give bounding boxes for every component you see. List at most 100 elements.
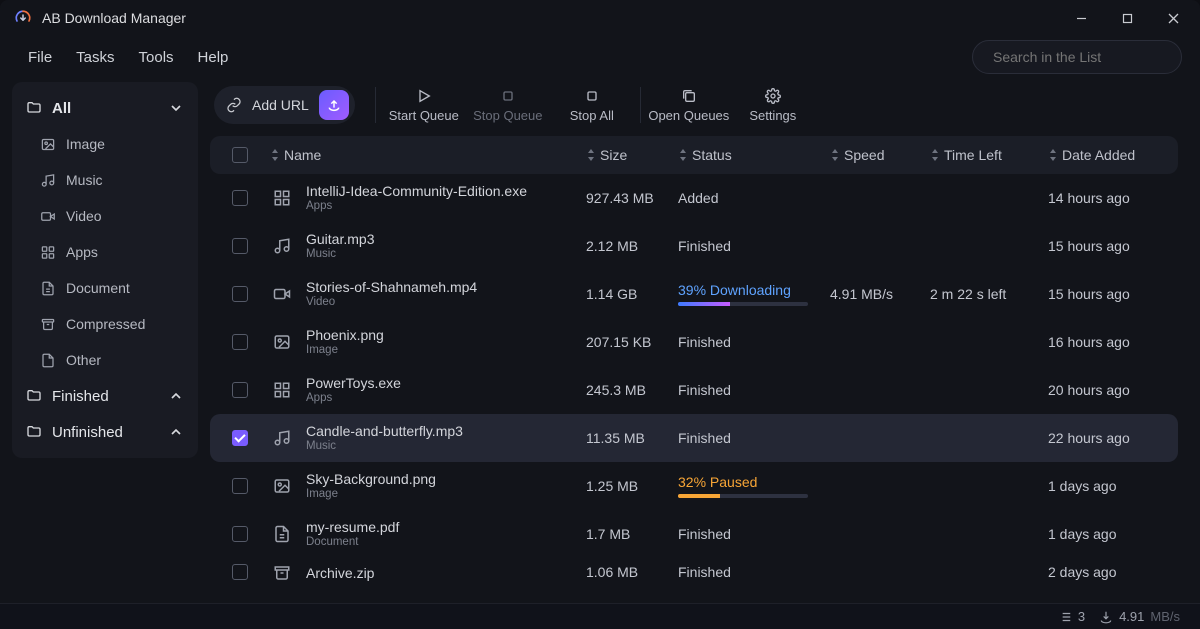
menu-file[interactable]: File (18, 45, 62, 70)
folder-icon (26, 388, 42, 404)
sidebar-label: Image (66, 136, 105, 152)
folder-icon (26, 100, 42, 116)
search-input[interactable] (993, 49, 1174, 65)
titlebar: AB Download Manager (0, 0, 1200, 36)
file-icon (40, 353, 56, 368)
row-checkbox[interactable] (232, 430, 248, 446)
column-header-select-all[interactable] (220, 147, 260, 163)
sidebar-item-image[interactable]: Image (12, 126, 198, 162)
sidebar-item-video[interactable]: Video (12, 198, 198, 234)
music-icon (270, 237, 294, 255)
sidebar-item-other[interactable]: Other (12, 342, 198, 378)
table-row[interactable]: IntelliJ-Idea-Community-Edition.exeApps … (210, 174, 1178, 222)
app-title: AB Download Manager (42, 10, 186, 26)
sidebar-label: Finished (52, 388, 109, 405)
sidebar-item-unfinished[interactable]: Unfinished (12, 414, 198, 450)
table-row[interactable]: Phoenix.pngImage 207.15 KB Finished 16 h… (210, 318, 1178, 366)
gear-icon (765, 88, 781, 104)
stop-icon (584, 88, 600, 104)
sidebar-label: Video (66, 208, 102, 224)
table-row[interactable]: my-resume.pdfDocument 1.7 MB Finished 1 … (210, 510, 1178, 558)
start-queue-button[interactable]: Start Queue (382, 88, 466, 123)
sidebar-label: Compressed (66, 316, 145, 332)
sort-icon (270, 148, 280, 162)
add-url-button[interactable]: Add URL (214, 86, 355, 124)
sidebar-item-compressed[interactable]: Compressed (12, 306, 198, 342)
search-box[interactable] (972, 40, 1182, 74)
row-checkbox[interactable] (232, 238, 248, 254)
download-list: IntelliJ-Idea-Community-Edition.exeApps … (210, 174, 1178, 603)
menu-tasks[interactable]: Tasks (66, 45, 124, 70)
queues-icon (681, 88, 697, 104)
sidebar-item-finished[interactable]: Finished (12, 378, 198, 414)
sidebar-label: Apps (66, 244, 98, 260)
settings-button[interactable]: Settings (731, 88, 815, 123)
sort-icon (930, 148, 940, 162)
sidebar-item-apps[interactable]: Apps (12, 234, 198, 270)
link-icon (226, 97, 242, 113)
table-row[interactable]: Stories-of-Shahnameh.mp4Video 1.14 GB 39… (210, 270, 1178, 318)
progress-bar (678, 302, 808, 306)
apps-icon (270, 189, 294, 207)
row-checkbox[interactable] (232, 334, 248, 350)
sort-icon (830, 148, 840, 162)
sidebar-label: Document (66, 280, 130, 296)
document-icon (40, 281, 56, 296)
column-header-timeleft[interactable]: Time Left (930, 147, 1048, 163)
table-row[interactable]: Archive.zip 1.06 MB Finished 2 days ago (210, 558, 1178, 590)
window-close-button[interactable] (1150, 0, 1196, 36)
video-icon (40, 209, 56, 224)
image-icon (270, 333, 294, 351)
column-header-status[interactable]: Status (678, 147, 830, 163)
table-row[interactable]: Guitar.mp3Music 2.12 MB Finished 15 hour… (210, 222, 1178, 270)
row-checkbox[interactable] (232, 286, 248, 302)
statusbar: 3 4.91MB/s (0, 603, 1200, 629)
sidebar: All Image Music Video Apps (12, 78, 198, 603)
music-icon (270, 429, 294, 447)
chevron-up-icon (168, 388, 184, 404)
apps-icon (270, 381, 294, 399)
sidebar-item-document[interactable]: Document (12, 270, 198, 306)
menu-help[interactable]: Help (188, 45, 239, 70)
column-header-speed[interactable]: Speed (830, 147, 930, 163)
play-icon (416, 88, 432, 104)
status-speed: 4.91MB/s (1099, 609, 1180, 624)
window-maximize-button[interactable] (1104, 0, 1150, 36)
video-icon (270, 285, 294, 303)
open-queues-button[interactable]: Open Queues (647, 88, 731, 123)
row-checkbox[interactable] (232, 526, 248, 542)
download-icon (1099, 610, 1113, 624)
toolbar-label: Open Queues (648, 108, 729, 123)
toolbar-label: Stop Queue (473, 108, 542, 123)
music-icon (40, 173, 56, 188)
table-row[interactable]: Candle-and-butterfly.mp3Music 11.35 MB F… (210, 414, 1178, 462)
table-row[interactable]: PowerToys.exeApps 245.3 MB Finished 20 h… (210, 366, 1178, 414)
sidebar-label: Unfinished (52, 424, 123, 441)
sidebar-item-music[interactable]: Music (12, 162, 198, 198)
row-checkbox[interactable] (232, 190, 248, 206)
sidebar-label: Other (66, 352, 101, 368)
app-logo-icon (14, 9, 32, 27)
row-checkbox[interactable] (232, 564, 248, 580)
column-header-size[interactable]: Size (586, 147, 678, 163)
sidebar-label: All (52, 100, 71, 117)
stop-queue-button[interactable]: Stop Queue (466, 88, 550, 123)
column-header-dateadded[interactable]: Date Added (1048, 147, 1168, 163)
chevron-up-icon (168, 424, 184, 440)
column-header-name[interactable]: Name (260, 147, 586, 163)
window-minimize-button[interactable] (1058, 0, 1104, 36)
row-checkbox[interactable] (232, 478, 248, 494)
document-icon (270, 525, 294, 543)
stop-icon (500, 88, 516, 104)
sort-icon (678, 148, 688, 162)
menu-tools[interactable]: Tools (129, 45, 184, 70)
table-row[interactable]: Sky-Background.pngImage 1.25 MB 32% Paus… (210, 462, 1178, 510)
sidebar-item-all[interactable]: All (12, 90, 198, 126)
chevron-down-icon (168, 100, 184, 116)
folder-icon (26, 424, 42, 440)
row-checkbox[interactable] (232, 382, 248, 398)
list-icon (1058, 610, 1072, 624)
archive-icon (270, 564, 294, 582)
toolbar: Add URL Start Queue Stop Queue Stop All (210, 78, 1188, 132)
stop-all-button[interactable]: Stop All (550, 88, 634, 123)
